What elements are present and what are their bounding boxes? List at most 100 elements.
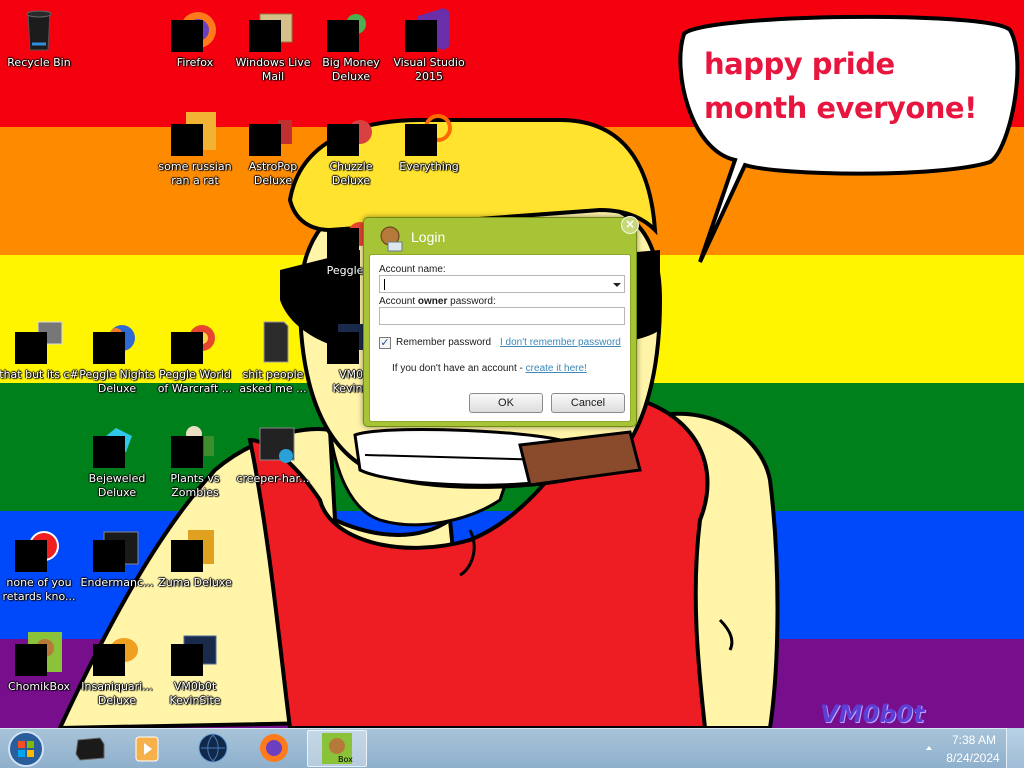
desktop-icon-russian-rat[interactable]: some russian ran a rat xyxy=(154,110,236,188)
create-account-link[interactable]: create it here! xyxy=(526,363,587,374)
game-icon xyxy=(92,318,142,366)
taskbar-media-player[interactable] xyxy=(120,730,176,767)
artist-signature: VM0b0t xyxy=(820,700,925,728)
desktop-icon-recycle-bin[interactable]: Recycle Bin xyxy=(0,6,80,70)
desktop-icon-label: some russian ran a rat xyxy=(158,160,232,187)
desktop-icon-zuma-deluxe[interactable]: Zuma Deluxe xyxy=(154,526,236,590)
text-caret xyxy=(384,279,385,290)
terminal-icon xyxy=(75,737,105,761)
desktop-icon-plants-vs-zombies[interactable]: Plants vs Zombies xyxy=(154,422,236,500)
game-icon xyxy=(326,110,376,158)
desktop-icon-peggle-wow[interactable]: Peggle World of Warcraft ... xyxy=(154,318,236,396)
ok-button[interactable]: OK xyxy=(469,393,543,413)
svg-text:Box: Box xyxy=(338,755,353,764)
game-icon xyxy=(326,6,376,54)
password-input[interactable] xyxy=(379,307,625,325)
desktop-icon-label: Bejeweled Deluxe xyxy=(88,472,146,499)
chomikbox-logo-icon xyxy=(376,224,404,252)
desktop-icon-label: AstroPop Deluxe xyxy=(248,160,298,187)
desktop-icon-windows-live-mail[interactable]: Windows Live Mail xyxy=(232,6,314,84)
shortcut-icon xyxy=(170,630,220,678)
login-title: Login xyxy=(411,229,446,245)
globe-icon xyxy=(198,733,228,763)
desktop-icon-everything[interactable]: Everything xyxy=(388,110,470,174)
plant-icon xyxy=(170,422,220,470)
taskbar-terminal[interactable] xyxy=(62,730,118,767)
desktop-icon-label: Peggle World of Warcraft ... xyxy=(157,368,233,395)
desktop-icon-label: Plants vs Zombies xyxy=(170,472,220,499)
show-desktop-button[interactable] xyxy=(1006,728,1024,768)
account-name-label: Account name: xyxy=(379,264,446,275)
forgot-password-link[interactable]: I don't remember password xyxy=(500,337,621,348)
taskbar: Box 7:38 AM 8/24/2024 xyxy=(0,728,1024,768)
game-icon xyxy=(14,526,64,574)
game-icon xyxy=(170,526,220,574)
desktop-icon-creeper-har[interactable]: creeper-har... xyxy=(232,422,314,486)
remember-password-checkbox[interactable]: ✓ xyxy=(379,337,391,349)
signup-text: If you don't have an account - create it… xyxy=(392,363,587,374)
desktop-icon-label: Recycle Bin xyxy=(7,56,71,69)
desktop-icon-label: Visual Studio 2015 xyxy=(393,56,465,83)
desktop-icon-label: Endermanc... xyxy=(80,576,154,589)
clock-date[interactable]: 8/24/2024 xyxy=(940,751,1006,765)
desktop-icon-label: ChomikBox xyxy=(8,680,70,693)
chomikbox-icon xyxy=(14,630,64,678)
desktop-icon-insaniquarium[interactable]: Insaniquari... Deluxe xyxy=(76,630,158,708)
recycle-bin-icon xyxy=(14,6,64,54)
taskbar-chomikbox[interactable]: Box xyxy=(307,730,367,767)
taskbar-firefox[interactable] xyxy=(244,730,300,767)
desktop-icon-label: Big Money Deluxe xyxy=(322,56,380,83)
password-label: Account owner password: xyxy=(379,296,496,307)
firefox-icon xyxy=(170,6,220,54)
game-icon xyxy=(248,110,298,158)
console-icon xyxy=(92,526,142,574)
desktop-icon-label: Firefox xyxy=(176,56,214,69)
desktop-icon-vm0b0t-kevinsite[interactable]: VM0b0t KevinSite xyxy=(154,630,236,708)
desktop-icon-visual-studio[interactable]: Visual Studio 2015 xyxy=(388,6,470,84)
desktop-icon-label: that but its c# xyxy=(0,368,79,381)
show-hidden-icons-icon[interactable] xyxy=(926,746,932,750)
desktop-icon-bejeweled[interactable]: Bejeweled Deluxe xyxy=(76,422,158,500)
mail-icon xyxy=(248,6,298,54)
start-button[interactable] xyxy=(4,730,48,768)
chevron-down-icon[interactable] xyxy=(613,283,621,287)
desktop-icon-label: Chuzzle Deluxe xyxy=(329,160,373,187)
media-player-icon xyxy=(135,736,159,762)
desktop-icon-label: Everything xyxy=(399,160,459,173)
desktop-icon-label: VM0b0t KevinSite xyxy=(169,680,221,707)
desktop-icon-chuzzle[interactable]: Chuzzle Deluxe xyxy=(310,110,392,188)
fish-icon xyxy=(92,630,142,678)
desktop-icon-that-but-its-cs[interactable]: that but its c# xyxy=(0,318,80,382)
desktop-icon-endermanc[interactable]: Endermanc... xyxy=(76,526,158,590)
close-icon[interactable]: × xyxy=(621,216,639,234)
folder-icon xyxy=(248,318,298,366)
desktop-icon-label: Windows Live Mail xyxy=(235,56,311,83)
clock-time[interactable]: 7:38 AM xyxy=(946,733,1002,747)
account-name-input[interactable] xyxy=(379,275,625,293)
folder-icon xyxy=(14,318,64,366)
search-icon xyxy=(404,110,454,158)
remember-password-label: Remember password xyxy=(396,337,492,348)
desktop-icon-label: Insaniquari... Deluxe xyxy=(81,680,153,707)
desktop-icon-chomikbox[interactable]: ChomikBox xyxy=(0,630,80,694)
login-body: Account name: Account owner password: ✓ … xyxy=(369,254,631,422)
desktop-icon-label: none of you retards kno... xyxy=(2,576,76,603)
desktop-icon-label: Peggle Nights Deluxe xyxy=(79,368,155,395)
chomikbox-icon: Box xyxy=(322,733,353,764)
firefox-icon xyxy=(260,734,288,762)
speech-bubble-text: happy pride month everyone! xyxy=(704,47,977,125)
desktop-icon-astropop[interactable]: AstroPop Deluxe xyxy=(232,110,314,188)
login-titlebar[interactable]: Login xyxy=(364,218,636,254)
desktop-icon-big-money[interactable]: Big Money Deluxe xyxy=(310,6,392,84)
taskbar-globe[interactable] xyxy=(184,730,240,767)
windows-logo-icon xyxy=(8,731,44,767)
cancel-button[interactable]: Cancel xyxy=(551,393,625,413)
desktop-icon-none-of-you[interactable]: none of you retards kno... xyxy=(0,526,80,604)
desktop-icon-peggle-nights[interactable]: Peggle Nights Deluxe xyxy=(76,318,158,396)
visual-studio-icon xyxy=(404,6,454,54)
desktop-icon-firefox[interactable]: Firefox xyxy=(154,6,236,70)
login-dialog: Login × Account name: Account owner pass… xyxy=(363,216,639,427)
game-icon xyxy=(170,318,220,366)
desktop-icon-shit-people-asked[interactable]: shit people asked me ... xyxy=(232,318,314,396)
console-icon xyxy=(248,422,298,470)
